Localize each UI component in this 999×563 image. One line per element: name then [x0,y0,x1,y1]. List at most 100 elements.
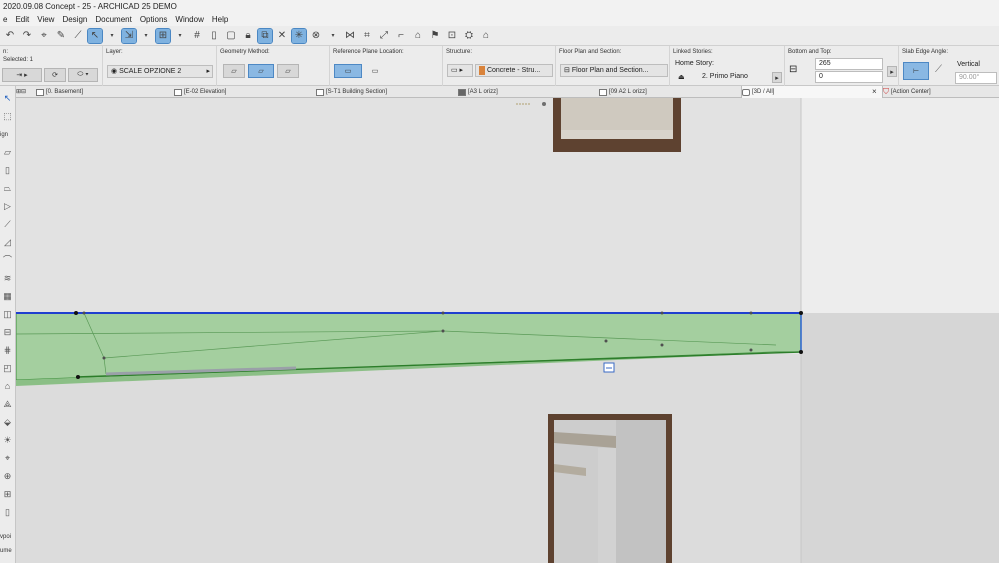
stair-tool-icon[interactable]: ⟋ [1,218,14,230]
dropdown-arrow-icon[interactable]: ▾ [173,29,187,43]
pen-icon[interactable]: ✎ [54,29,68,43]
window-tool-icon[interactable]: ⊟ [1,326,14,338]
object-tool-icon[interactable]: ◰ [1,362,14,374]
roof-icon[interactable]: ⌂ [411,29,425,43]
railing-tool-icon[interactable]: ⋕ [1,344,14,356]
section-tool-icon[interactable]: ⊕ [1,470,14,482]
zone-tool-icon[interactable]: ⌂ [1,380,14,392]
top-field[interactable]: 265 [815,58,883,70]
menu-help[interactable]: Help [212,13,228,26]
dropdown-arrow-icon[interactable]: ▾ [105,29,119,43]
stretch-icon[interactable]: ⤢ [377,29,391,43]
arrow-tool-icon[interactable]: ↖ [87,27,103,44]
structure-section: Structure: ▭ ▸ Concrete - Stru... [442,46,555,86]
detail-tool-icon[interactable]: ▯ [1,506,14,518]
edge-angle-field[interactable]: 90.00° [955,72,997,84]
pick-up-icon[interactable]: ⌖ [37,29,51,43]
curtain-wall-tool-icon[interactable]: ▦ [1,290,14,302]
refplane-top-button[interactable]: ▭ [334,64,362,78]
story-arrow-button[interactable]: ▸ [772,72,782,83]
arrow-tool-icon[interactable]: ↖ [1,92,14,104]
layer-dropdown[interactable]: ◉ SCALE OPZIONE 2 ▸ [107,65,213,78]
rectangle-icon[interactable]: ▢ [224,29,238,43]
bottom-top-title: Bottom and Top: [788,49,832,55]
wall-tool-icon[interactable]: ▱ [1,146,14,158]
undo-icon[interactable]: ↶ [3,29,17,43]
floorplan-dropdown[interactable]: ⊟ Floor Plan and Section... [560,64,668,77]
bottom-field[interactable]: 0 [815,71,883,83]
upper-wall [16,98,801,314]
lamp-tool-icon[interactable]: ☀ [1,434,14,446]
tab-a2-layout[interactable]: [09 A2 L orizz] [599,86,741,98]
lock-icon[interactable]: 🔒︎ [241,29,255,43]
snap-tool-icon[interactable]: ⊞ [155,27,171,44]
tab-elevation[interactable]: [E-02 Elevation] [174,86,316,98]
elevation-icon[interactable]: ⛭ [462,29,476,43]
shape-picker-button[interactable]: ⬭ ▾ [68,68,98,82]
story-icon: ⏏ [678,74,685,81]
beam-tool-icon[interactable]: ⏢ [1,182,14,194]
gravity-icon[interactable]: ⊗ [309,29,323,43]
tab-action-center[interactable]: ⛉ [Action Center] [883,86,999,98]
menu-options[interactable]: Options [140,13,168,26]
column-tool-icon[interactable]: ▯ [1,164,14,176]
camera-tool-icon[interactable]: ⌖ [1,452,14,464]
dropdown-arrow-icon[interactable]: ▾ [326,29,340,43]
fillet-icon[interactable]: ⌐ [394,29,408,43]
refplane-title: Reference Plane Location: [333,49,404,55]
menu-edit[interactable]: Edit [15,13,29,26]
grid-icon[interactable]: # [190,29,204,43]
morph-tool-icon[interactable]: ⬙ [1,416,14,428]
tab-label: [Action Center] [891,89,931,95]
basic-slab-button[interactable]: ⏥ [223,64,245,78]
building-material-dropdown[interactable]: Concrete - Stru... [475,64,553,77]
angled-edge-icon[interactable]: ⟋ [935,64,942,75]
eyedropper-icon[interactable]: ⟋ [71,29,85,43]
refplane-bottom-button[interactable]: ▭ [364,64,386,78]
flag-icon[interactable]: ⚑ [428,29,442,43]
marquee-tool-icon[interactable]: ⬚ [1,110,14,122]
marquee-tool-icon[interactable]: ⇲ [121,27,137,44]
shell-tool-icon[interactable]: ⌒ [1,254,14,266]
menu-window[interactable]: Window [175,13,203,26]
tab-label: [E-02 Elevation] [184,89,227,95]
tab-navigator-icon[interactable]: ⊞⊟ [16,86,36,98]
menu-design[interactable]: Design [62,13,87,26]
mesh-tool-icon[interactable]: ⟁ [1,398,14,410]
menu-view[interactable]: View [37,13,54,26]
home-story-value[interactable]: 2. Primo Piano [702,73,748,80]
complex-slab-button[interactable]: ⏥ [277,64,299,78]
door-tool-icon[interactable]: ◫ [1,308,14,320]
redo-icon[interactable]: ↷ [20,29,34,43]
structure-type-dropdown[interactable]: ▭ ▸ [447,64,473,77]
vertical-edge-button[interactable]: ⊢ [903,62,929,80]
menu-document[interactable]: Document [95,13,131,26]
cross-icon[interactable]: ✕ [275,29,289,43]
tab-close-icon[interactable]: × [872,86,882,98]
pick-element-button[interactable]: ⇥ ▸ [2,68,42,82]
trace-icon[interactable]: ⧉ [257,27,273,44]
roof-tool-icon[interactable]: ◿ [1,236,14,248]
dropdown-arrow-icon[interactable]: ▾ [139,29,153,43]
magic-wand-icon[interactable]: ✳ [291,27,307,44]
model-icon[interactable]: ⌂ [479,29,493,43]
elevation-tool-icon[interactable]: ⊞ [1,488,14,500]
skylight-tool-icon[interactable]: ≋ [1,272,14,284]
tab-3d-all[interactable]: [3D / All] [741,86,883,98]
tab-a3-layout[interactable]: [A3 L orizz] [458,86,599,98]
3d-scene[interactable] [16,98,999,563]
3d-viewport[interactable] [16,98,999,563]
sky-area [801,98,999,313]
sloped-slab-button[interactable]: ⏥ [248,64,274,78]
section-icon[interactable]: ⊡ [445,29,459,43]
tab-basement[interactable]: [0. Basement] [36,86,174,98]
layer-icon[interactable]: ▯ [207,29,221,43]
measure-icon[interactable]: ⋈ [343,29,357,43]
offset-icon[interactable]: ⌗ [360,29,374,43]
rotate-icon[interactable]: ⟳ [44,68,66,82]
tab-building-section[interactable]: [S-T1 Building Section] [316,86,458,98]
slab-tool-icon[interactable]: ▷ [1,200,14,212]
menu-file[interactable]: e [3,13,7,26]
pet-palette-icon[interactable] [603,362,615,373]
height-arrow-button[interactable]: ▸ [887,66,897,77]
